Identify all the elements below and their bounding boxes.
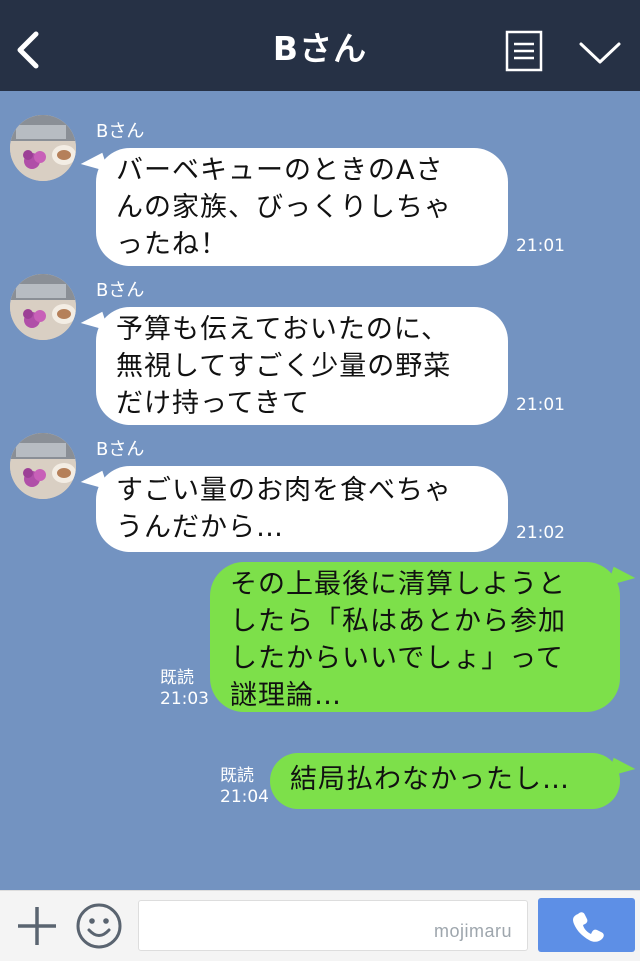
message-time: 21:03 xyxy=(160,689,209,709)
read-receipt: 既読 21:04 xyxy=(220,766,269,808)
emoji-button[interactable] xyxy=(74,901,124,951)
incoming-message-bubble[interactable]: 予算も伝えておいたのに、 無視してすごく少量の野菜 だけ持ってきて xyxy=(96,307,508,425)
add-button[interactable] xyxy=(16,905,58,947)
sender-name: Bさん xyxy=(96,439,145,460)
smiley-icon xyxy=(76,903,122,949)
message-time: 21:02 xyxy=(516,523,565,543)
call-button[interactable] xyxy=(538,898,635,952)
avatar[interactable] xyxy=(10,115,76,181)
avatar[interactable] xyxy=(10,433,76,499)
input-bar: mojimaru xyxy=(0,890,640,961)
avatar-photo-icon xyxy=(10,433,76,499)
read-status: 既読 xyxy=(220,766,254,786)
outgoing-message-bubble[interactable]: その上最後に清算しようと したら「私はあとから参加 したからいいでしょ」って 謎… xyxy=(210,562,620,712)
chevron-down-icon xyxy=(579,42,621,64)
chat-title: Bさん xyxy=(272,29,368,68)
outgoing-message-bubble[interactable]: 結局払わなかったし… xyxy=(270,753,620,809)
chat-area[interactable]: Bさん バーベキューのときのAさ んの家族、びっくりしちゃ ったね！ 21:01… xyxy=(0,91,640,890)
avatar-photo-icon xyxy=(10,274,76,340)
note-list-icon xyxy=(505,30,543,72)
expand-menu-button[interactable] xyxy=(578,38,622,68)
avatar-photo-icon xyxy=(10,115,76,181)
read-status: 既読 xyxy=(160,668,194,688)
avatar[interactable] xyxy=(10,274,76,340)
watermark-text: mojimaru xyxy=(434,921,513,941)
phone-icon xyxy=(573,912,604,942)
message-time: 21:04 xyxy=(220,787,269,807)
read-receipt: 既読 21:03 xyxy=(160,668,209,710)
plus-icon xyxy=(18,907,56,945)
message-time: 21:01 xyxy=(516,236,565,256)
notes-button[interactable] xyxy=(505,30,543,72)
incoming-message-bubble[interactable]: バーベキューのときのAさ んの家族、びっくりしちゃ ったね！ xyxy=(96,148,508,266)
incoming-message-bubble[interactable]: すごい量のお肉を食べちゃ うんだから… xyxy=(96,466,508,552)
sender-name: Bさん xyxy=(96,280,145,301)
message-time: 21:01 xyxy=(516,395,565,415)
sender-name: Bさん xyxy=(96,121,145,142)
chat-header: Bさん xyxy=(0,0,640,91)
